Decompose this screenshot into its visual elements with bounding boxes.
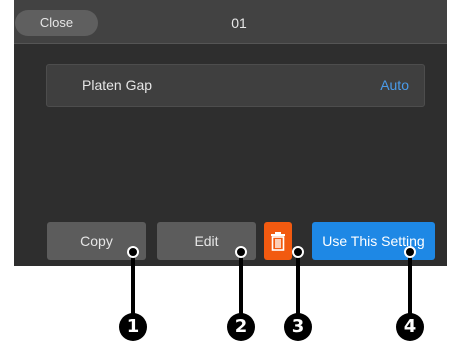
- close-button[interactable]: Close: [15, 10, 98, 36]
- callout-badge-3: 3: [284, 313, 312, 341]
- setting-row-platen-gap[interactable]: Platen Gap Auto: [46, 64, 425, 107]
- top-bar: Close 01: [14, 0, 447, 44]
- callout-line-1: [131, 252, 135, 314]
- printer-screen: Close 01 Platen Gap Auto Copy Edit Use T…: [14, 0, 447, 266]
- setting-label: Platen Gap: [82, 77, 153, 93]
- setting-value: Auto: [380, 77, 409, 93]
- callout-badge-2: 2: [227, 313, 255, 341]
- callout-dot-2: [235, 246, 247, 258]
- trash-icon: [271, 232, 285, 251]
- callout-dot-4: [404, 246, 416, 258]
- use-this-setting-button[interactable]: Use This Setting: [312, 222, 435, 260]
- callout-badge-1: 1: [119, 313, 147, 341]
- delete-button[interactable]: [264, 222, 292, 260]
- callout-dot-3: [292, 246, 304, 258]
- callout-badge-4: 4: [396, 313, 424, 341]
- page-title: 01: [231, 15, 247, 31]
- callout-line-3: [296, 252, 300, 314]
- callout-line-2: [239, 252, 243, 314]
- callout-dot-1: [127, 246, 139, 258]
- callout-line-4: [408, 252, 412, 314]
